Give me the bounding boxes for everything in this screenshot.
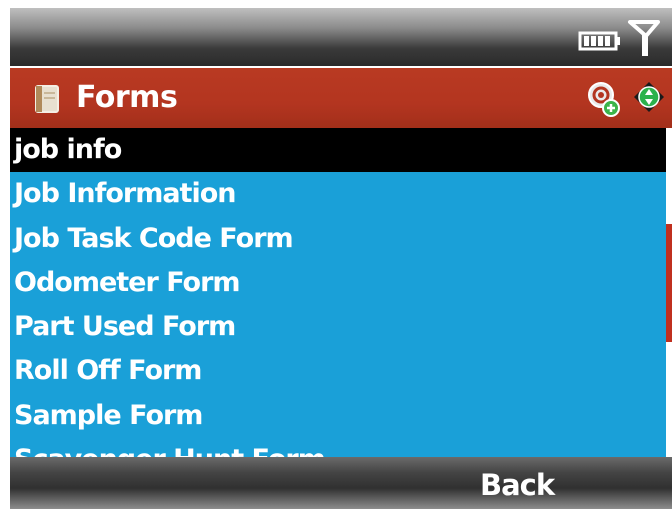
battery-icon <box>578 31 620 51</box>
list-item[interactable]: Roll Off Form <box>10 349 666 393</box>
forms-list: job info Job Information Job Task Code F… <box>10 128 666 462</box>
signal-icon <box>628 20 660 56</box>
forms-icon <box>35 85 59 113</box>
list-item[interactable]: Part Used Form <box>10 305 666 349</box>
nav-icon <box>634 82 664 112</box>
title-bar: Forms <box>10 68 672 128</box>
scroll-thumb[interactable] <box>666 224 672 342</box>
phone-screen: Forms job info Job Information Job Task … <box>10 8 672 509</box>
list-item[interactable]: Sample Form <box>10 394 666 438</box>
list-item[interactable]: Job Information <box>10 172 666 216</box>
sync-icon <box>588 82 620 117</box>
list-item-selected[interactable]: job info <box>10 128 666 172</box>
status-bar <box>10 8 672 66</box>
list-item[interactable]: Job Task Code Form <box>10 217 666 261</box>
list-item[interactable]: Odometer Form <box>10 261 666 305</box>
page-title: Forms <box>76 80 178 115</box>
scrollbar[interactable] <box>666 128 672 462</box>
softkey-bar: Back <box>10 457 672 509</box>
back-softkey[interactable]: Back <box>480 465 555 505</box>
